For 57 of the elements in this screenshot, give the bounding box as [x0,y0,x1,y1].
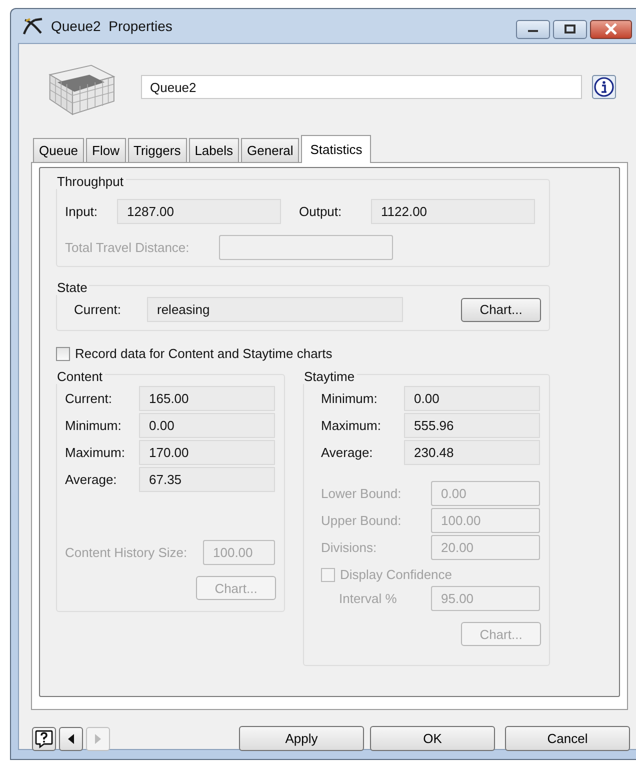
tab[interactable]: Queue [33,138,84,162]
group-title: Throughput [55,174,126,189]
tab[interactable]: Flow [86,138,126,162]
maximize-icon [564,24,576,34]
field-label: Upper Bound: [321,513,402,528]
field-label: Input: [65,204,99,219]
close-icon [604,23,618,35]
field-label: Total Travel Distance: [65,240,190,255]
field-label: Lower Bound: [321,486,402,501]
maximize-button[interactable] [553,20,587,38]
right-arrow-icon [93,732,103,744]
window-title: Queue2 Properties [51,18,172,34]
minimize-button[interactable] [516,20,550,38]
checkbox-label: Record data for Content and Staytime charts [75,346,332,361]
value-field[interactable]: 170.00 [139,440,275,465]
group-title: Content [55,369,105,384]
tab[interactable]: Labels [188,138,240,162]
field-label: Maximum: [321,418,382,433]
value-field[interactable]: 1122.00 [371,199,535,224]
tab[interactable]: Triggers [128,138,187,162]
field-label: Divisions: [321,540,378,555]
value-field[interactable]: 1287.00 [117,199,281,224]
value-field[interactable]: 165.00 [139,386,275,411]
value-field[interactable]: 555.96 [404,413,540,438]
field-label: Average: [321,445,374,460]
field-label: Minimum: [321,391,378,406]
group-title: Staytime [302,369,357,384]
left-arrow-icon [66,732,76,744]
dialog-button[interactable]: Apply [239,726,364,751]
tab[interactable]: General [241,138,300,162]
field-label: Maximum: [65,445,126,460]
close-button[interactable] [590,20,632,38]
field-label: Content History Size: [65,545,188,560]
name-field[interactable]: Queue2 [141,75,582,99]
value-field[interactable]: 230.48 [404,440,540,465]
value-field[interactable]: 67.35 [139,467,275,492]
checkbox-label: Display Confidence [340,567,452,582]
field-label: Current: [65,391,113,406]
help-icon [34,728,54,748]
help-button[interactable] [32,726,56,750]
field-label: Interval % [339,591,398,606]
chart-button[interactable]: Chart... [461,298,541,322]
value-field[interactable]: 0.00 [139,413,275,438]
field-label: Average: [65,472,118,487]
app-logo-icon [21,16,45,36]
field-label: Output: [299,204,343,219]
tab[interactable]: Statistics [301,135,372,163]
previous-button[interactable] [59,726,83,750]
group-title: State [55,280,90,295]
info-icon[interactable] [592,75,616,99]
checkbox[interactable] [56,346,70,360]
value-field[interactable]: 0.00 [404,386,540,411]
field-label: Minimum: [65,418,122,433]
value-field[interactable]: releasing [147,297,403,322]
field-label: Current: [74,302,122,317]
dialog-button[interactable]: OK [370,726,495,751]
dialog-button[interactable]: Cancel [505,726,630,751]
